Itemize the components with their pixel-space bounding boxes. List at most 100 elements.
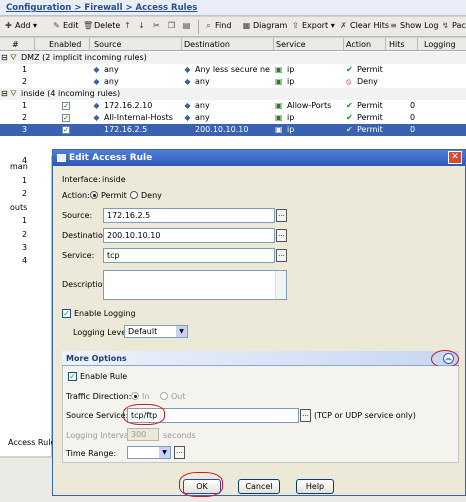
group-row-partial: outs [10,203,28,212]
column-divider[interactable] [417,38,418,51]
column-header[interactable]: Hits [389,40,405,49]
trace-icon: ↯ [442,21,449,30]
column-divider[interactable] [385,38,386,51]
traffic-direction-label: Traffic Direction: [66,392,132,401]
deny-radio[interactable]: Deny [130,191,162,200]
move-up-button[interactable]: ↑ [123,21,134,30]
service-browse-button[interactable]: … [276,249,287,262]
description-textarea[interactable] [103,270,287,300]
time-range-select[interactable]: ▼ [127,446,171,459]
column-divider[interactable] [34,38,35,51]
in-radio[interactable]: In [131,392,149,401]
service-icon: ▣ [275,101,283,110]
add-button[interactable]: ✚ Add ▾ [4,21,37,30]
network-object-icon: ◆ [184,113,191,122]
rule-number: 3 [22,125,28,134]
service-icon: ▣ [275,113,283,122]
permit-radio[interactable]: Permit [90,191,127,200]
enable-logging-checkbox[interactable]: ✓ [62,309,71,318]
table-row[interactable]: 3 ✓ ◆ 172.16.2.5 ◆ 200.10.10.10 ▣ ip ✔ Permit 0 [0,124,466,136]
delete-button[interactable]: 🗑Delete [83,21,120,30]
paste-button[interactable]: ▤ [182,21,193,30]
move-down-button[interactable]: ↓ [137,21,148,30]
radio-selected-icon [90,191,98,199]
action-cell: Deny [357,77,378,86]
interface-label: Interface: [62,175,101,184]
group-row[interactable]: ⊟ ⛛ DMZ (2 implicit incoming rules) [0,52,466,64]
service-field[interactable]: tcp [103,248,275,263]
close-button[interactable]: ✕ [448,151,462,164]
table-row[interactable]: 2 ✓ ◆ All-Internal-Hosts ◆ any ▣ ip ✔ Permit 0 [0,112,466,124]
destination-cell: any [195,77,210,86]
source-cell: any [104,65,119,74]
enabled-checkbox[interactable]: ✓ [62,126,70,134]
column-header[interactable]: Destination [184,40,230,49]
breadcrumb[interactable]: Configuration > Firewall > Access Rules [6,3,197,13]
column-header[interactable]: Enabled [49,40,81,49]
dialog-title: Edit Access Rule [69,153,153,163]
arrow-up-icon: ↑ [124,21,131,30]
radio-selected-icon [131,392,139,400]
show-log-button[interactable]: ≡ Show Log [389,21,438,30]
enabled-checkbox[interactable]: ✓ [62,114,70,122]
export-button[interactable]: ⇪ Export ▾ [291,21,335,30]
check-icon: ✔ [346,65,353,74]
diagram-icon: ▦ [242,21,251,30]
source-cell: any [104,77,119,86]
enabled-checkbox[interactable]: ✓ [62,102,70,110]
column-header[interactable]: Service [276,40,306,49]
check-icon: ✔ [346,125,353,134]
column-divider[interactable] [343,38,344,51]
expand-icon[interactable]: ⊟ [1,53,8,62]
dialog-titlebar[interactable]: Edit Access Rule ✕ [53,150,465,166]
cancel-button[interactable]: Cancel [238,479,280,494]
source-service-browse-button[interactable]: … [300,409,311,422]
table-row[interactable]: 1 ◆ any ◆ Any less secure ne... ▣ ip ✔ Permit [0,64,466,76]
column-header[interactable]: Source [94,40,121,49]
diagram-button[interactable]: ▦ Diagram [242,21,288,30]
highlight-circle [123,404,165,425]
time-range-label: Time Range: [66,449,117,458]
destination-browse-button[interactable]: … [276,229,287,242]
help-button[interactable]: Help [296,479,334,494]
destination-field[interactable]: 200.10.10.10 [103,228,275,243]
more-options-bar[interactable]: More Options ︽ [62,351,459,366]
clear-hits-button[interactable]: ✗ Clear Hits [339,21,389,30]
packet-trace-button[interactable]: ↯Packet Trace [441,21,466,30]
description-scrollbar[interactable] [275,271,286,299]
network-object-icon: ◆ [93,113,100,122]
group-row[interactable]: ⊟ ⛛ inside (4 incoming rules) [0,88,466,100]
column-divider[interactable] [89,38,90,51]
find-button[interactable]: ⌕ Find [204,21,231,31]
table-row[interactable]: 1 ✓ ◆ 172.16.2.10 ◆ any ▣ Allow-Ports ✔ Permit 0 [0,100,466,112]
logging-level-label: Logging Level: [73,328,132,337]
edit-access-rule-dialog: Edit Access Rule ✕ Interface: inside Act… [52,149,466,497]
close-icon: ✕ [451,152,459,162]
rule-number: 1 [22,65,28,74]
copy-icon: ❐ [167,21,176,30]
logging-level-select[interactable]: Default ▼ [124,325,188,338]
column-divider[interactable] [273,38,274,51]
breadcrumb-bar: Configuration > Firewall > Access Rules [0,0,466,16]
service-label: Service: [62,251,95,260]
logging-interval-field[interactable]: 300 [127,428,159,441]
expand-icon[interactable]: ⊟ [1,89,8,98]
add-icon: ✚ [5,21,12,30]
column-header[interactable]: # [12,40,19,49]
checkmark-icon: ✓ [69,372,76,381]
hits-cell: 0 [410,125,416,134]
column-divider[interactable] [181,38,182,51]
column-header[interactable]: Logging [424,40,456,49]
column-header[interactable]: Action [346,40,371,49]
cut-button[interactable]: ✂ [152,21,163,30]
service-cell: Allow-Ports [287,101,332,110]
copy-button[interactable]: ❐ [167,21,178,30]
enable-rule-checkbox[interactable]: ✓ [68,372,77,381]
table-row[interactable]: 2 ◆ any ◆ any ▣ ip ⦸ Deny [0,76,466,88]
action-cell: Permit [357,113,383,122]
source-browse-button[interactable]: … [276,209,287,222]
edit-button[interactable]: ✎ Edit [52,21,78,30]
out-radio[interactable]: Out [160,392,186,401]
time-range-browse-button[interactable]: … [174,446,185,459]
source-field[interactable]: 172.16.2.5 [103,208,275,223]
